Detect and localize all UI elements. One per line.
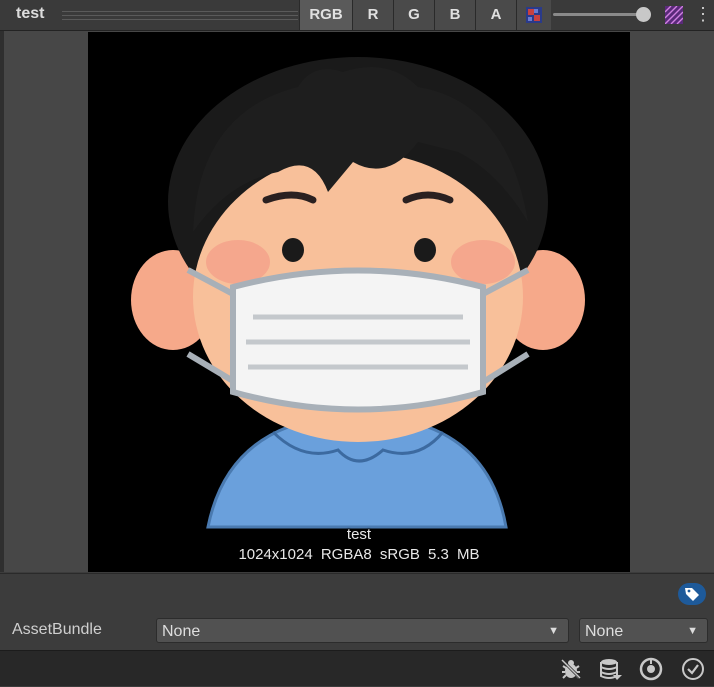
masked-boy-illustration — [131, 57, 585, 529]
toolbar-drag-grip[interactable] — [62, 11, 298, 20]
channel-g-button[interactable]: G — [393, 0, 434, 30]
asset-labels-button[interactable] — [678, 583, 706, 605]
mipmap-icon[interactable] — [516, 0, 551, 30]
tag-icon — [685, 588, 699, 601]
checker-alpha-icon[interactable] — [660, 0, 688, 30]
cache-server-icon[interactable] — [598, 656, 624, 682]
mip-level-slider[interactable] — [553, 13, 647, 16]
preview-title: test — [16, 5, 45, 22]
assetbundle-variant-value: None — [585, 623, 624, 640]
texture-preview-canvas: test 1024x1024 RGBA8 sRGB 5.3 MB — [88, 32, 630, 572]
bug-icon[interactable] — [558, 656, 584, 682]
preview-toolbar: test RGB R G B A ⋮ — [0, 0, 714, 31]
channel-r-button[interactable]: R — [352, 0, 393, 30]
channel-b-button[interactable]: B — [434, 0, 475, 30]
dropdown-arrow-icon: ▼ — [687, 625, 698, 637]
mip-level-slider-handle[interactable] — [636, 7, 651, 22]
preview-image-info: 1024x1024 RGBA8 sRGB 5.3 MB — [238, 546, 480, 563]
channel-rgb-button[interactable]: RGB — [299, 0, 352, 30]
dropdown-arrow-icon: ▼ — [548, 625, 559, 637]
assetbundle-variant-dropdown[interactable]: None ▼ — [579, 618, 708, 643]
assetbundle-name-dropdown[interactable]: None ▼ — [156, 618, 569, 643]
assetbundle-name-value: None — [162, 623, 201, 640]
kebab-menu-icon[interactable]: ⋮ — [694, 4, 712, 25]
assetbundle-label: AssetBundle — [12, 621, 102, 638]
eye-icon[interactable] — [638, 656, 664, 682]
preview-image-name: test — [346, 526, 372, 543]
checkmark-icon[interactable] — [680, 656, 706, 682]
channel-a-button[interactable]: A — [475, 0, 516, 30]
